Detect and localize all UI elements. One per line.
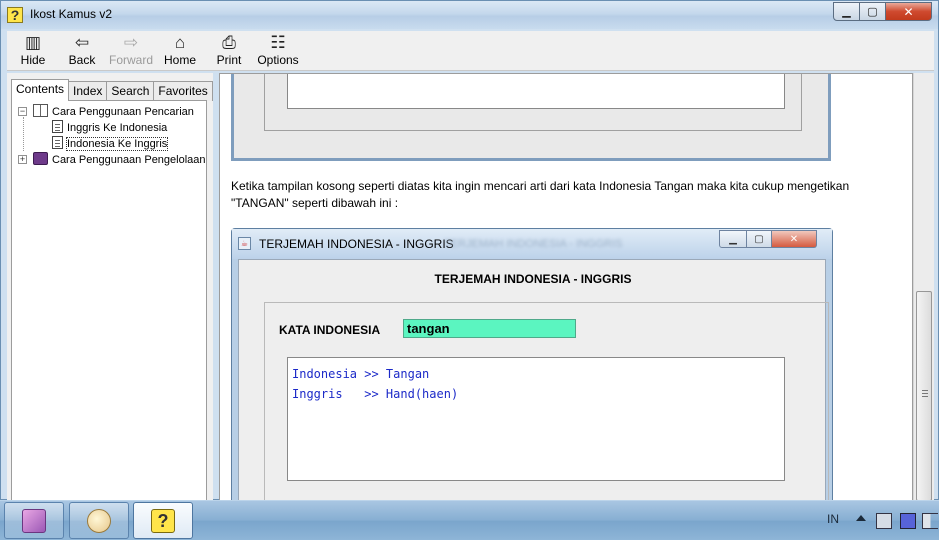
close-button[interactable]: ✕ — [886, 2, 932, 21]
result-line: Indonesia >> Tangan — [292, 367, 430, 381]
screenshot-window-title: TERJEMAH INDONESIA - INGGRIS — [259, 237, 454, 251]
tree-item-label: Inggris Ke Indonesia — [67, 122, 168, 134]
screenshot-title-bar: ☕ TERJEMAH INDONESIA - INGGRIS TERJEMAH … — [232, 229, 832, 259]
page-icon — [52, 120, 63, 133]
screenshot-maximize-icon: ▢ — [747, 230, 772, 248]
tab-index[interactable]: Index — [68, 81, 108, 101]
screenshot-image-translator: ☕ TERJEMAH INDONESIA - INGGRIS TERJEMAH … — [231, 228, 833, 500]
screenshot-blurred-title: TERJEMAH INDONESIA - INGGRIS — [444, 238, 623, 250]
tree-item-label: Indonesia Ke Inggris — [65, 137, 169, 151]
print-button[interactable]: ⎙ Print — [212, 33, 246, 69]
forward-label: Forward — [108, 53, 153, 67]
expand-icon[interactable]: + — [18, 155, 27, 164]
maximize-button[interactable]: ▢ — [860, 2, 886, 21]
screenshot-caption-buttons: ▁ ▢ ✕ — [719, 230, 817, 248]
tree-connector — [23, 117, 24, 151]
screenshot-image-top — [231, 74, 831, 161]
scroll-grip-icon — [922, 390, 928, 397]
screenshot-result-area — [287, 74, 785, 109]
help-window: ? Ikost Kamus v2 ▁ ▢ ✕ ▥ Hide ⇦ Back ⇨ F… — [0, 0, 939, 501]
hide-icon: ▥ — [24, 33, 42, 52]
page-icon — [52, 136, 63, 149]
navigation-tabs: Contents Index Search Favorites — [11, 79, 213, 101]
closed-book-icon — [33, 152, 48, 165]
tree-item-indonesia-ke-inggris[interactable]: Indonesia Ke Inggris — [52, 136, 169, 152]
close-icon: ✕ — [903, 4, 914, 19]
navigation-pane: Contents Index Search Favorites − Cara P… — [7, 73, 213, 501]
tree-item-label: Cara Penggunaan Pencarian — [52, 106, 194, 118]
show-hidden-icons-icon[interactable] — [856, 515, 866, 521]
tab-contents[interactable]: Contents — [11, 79, 70, 101]
printer-icon: ⎙ — [222, 33, 236, 52]
back-arrow-icon: ⇦ — [74, 33, 90, 52]
minimize-icon: ▁ — [842, 6, 851, 18]
network-icon[interactable] — [876, 513, 892, 529]
taskbar-books-app[interactable] — [4, 502, 64, 539]
hide-button[interactable]: ▥ Hide — [13, 33, 53, 69]
paint-palette-icon — [87, 508, 111, 533]
screenshot-panel — [264, 74, 802, 131]
home-label: Home — [163, 53, 196, 67]
java-app-icon: ☕ — [238, 237, 251, 250]
result-line: Inggris >> Hand(haen) — [292, 387, 459, 401]
open-book-icon — [33, 104, 48, 117]
home-icon: ⌂ — [174, 33, 186, 52]
help-app-icon: ? — [7, 7, 23, 23]
screenshot-window-body: TERJEMAH INDONESIA - INGGRIS KATA INDONE… — [238, 259, 829, 500]
back-button[interactable]: ⇦ Back — [62, 33, 102, 69]
forward-arrow-icon: ⇨ — [123, 33, 139, 52]
contents-tree: − Cara Penggunaan Pencarian Inggris Ke I… — [11, 100, 207, 501]
options-label: Options — [257, 53, 299, 67]
home-button[interactable]: ⌂ Home — [161, 33, 199, 69]
screenshot-minimize-icon: ▁ — [719, 230, 747, 248]
collapse-icon[interactable]: − — [18, 107, 27, 116]
topic-paragraph: Ketika tampilan kosong seperti diatas ki… — [231, 179, 850, 210]
volume-icon[interactable] — [922, 513, 938, 529]
scrollbar-thumb[interactable] — [916, 291, 932, 501]
taskbar-help-app[interactable]: ? — [133, 502, 193, 539]
topic-content-pane: Ketika tampilan kosong seperti diatas ki… — [219, 73, 913, 501]
screenshot-translation-result: Indonesia >> Tangan Inggris >> Hand(haen) — [287, 357, 785, 481]
options-icon: ☷ — [270, 33, 286, 52]
minimize-button[interactable]: ▁ — [833, 2, 860, 21]
tray-app-icon[interactable] — [900, 513, 916, 529]
screenshot-heading: TERJEMAH INDONESIA - INGGRIS — [434, 272, 632, 286]
screenshot-form-panel: KATA INDONESIA tangan Indonesia >> Tanga… — [264, 302, 829, 500]
screenshot-close-icon: ✕ — [772, 230, 817, 248]
maximize-icon: ▢ — [867, 6, 878, 18]
window-title: Ikost Kamus v2 — [30, 7, 113, 21]
screenshot-word-input: tangan — [403, 319, 576, 338]
print-label: Print — [216, 53, 242, 67]
books-icon — [22, 508, 46, 533]
tab-favorites[interactable]: Favorites — [153, 81, 213, 101]
help-icon: ? — [151, 508, 175, 533]
screenshot-input-label: KATA INDONESIA — [279, 323, 381, 337]
taskbar-paint-app[interactable] — [69, 502, 129, 539]
hide-label: Hide — [20, 53, 46, 67]
back-label: Back — [68, 53, 96, 67]
tab-search[interactable]: Search — [106, 81, 155, 101]
forward-button[interactable]: ⇨ Forward — [107, 33, 155, 69]
caption-buttons: ▁ ▢ ✕ — [833, 2, 932, 21]
options-button[interactable]: ☷ Options — [256, 33, 300, 69]
content-vertical-scrollbar[interactable] — [913, 73, 934, 501]
language-indicator[interactable]: IN — [827, 512, 839, 526]
title-bar[interactable]: ? Ikost Kamus v2 ▁ ▢ ✕ — [1, 1, 938, 29]
taskbar: ? IN — [0, 500, 939, 540]
toolbar: ▥ Hide ⇦ Back ⇨ Forward ⌂ Home ⎙ Print ☷… — [7, 31, 934, 71]
tree-item-label: Cara Penggunaan Pengelolaan — [52, 154, 206, 166]
tree-item-inggris-ke-indonesia[interactable]: Inggris Ke Indonesia — [52, 120, 167, 136]
